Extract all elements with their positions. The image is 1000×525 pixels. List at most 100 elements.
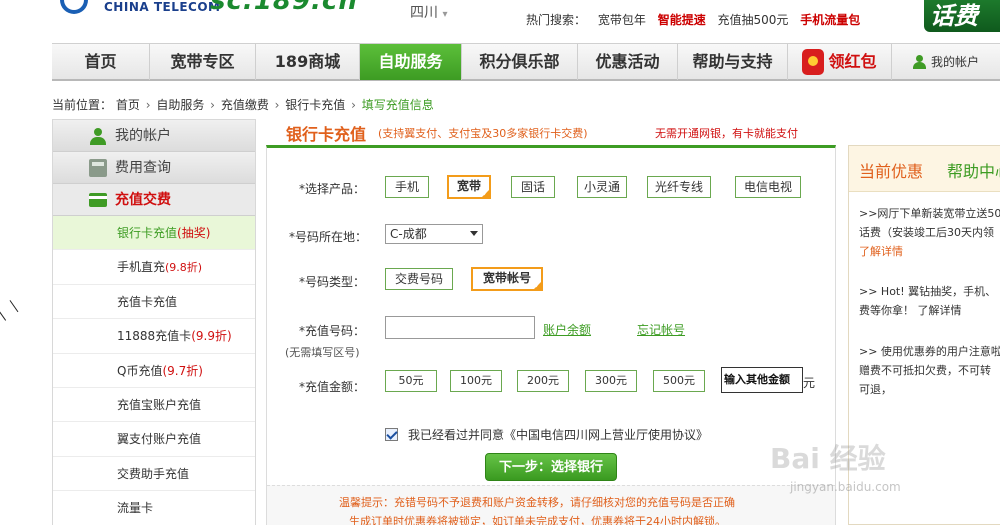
product-option-broadband[interactable]: 宽带 ✓ xyxy=(447,175,491,199)
nav-item-broadband[interactable]: 宽带专区 xyxy=(150,44,256,80)
other-amount-input[interactable]: 输入其他金额 xyxy=(721,367,803,393)
sidebar-header-label: 我的帐户 xyxy=(115,128,171,144)
hot-search-item[interactable]: 宽带包年 xyxy=(598,13,646,27)
product-option-landline[interactable]: 固话 xyxy=(511,176,555,198)
tab-current-offers[interactable]: 当前优惠 xyxy=(859,158,923,182)
chevron-down-icon: ▾ xyxy=(442,9,448,20)
user-icon xyxy=(89,127,107,145)
breadcrumb-item[interactable]: 自助服务 xyxy=(156,98,204,112)
page-title: 银行卡充值 xyxy=(286,125,367,144)
number-hint: (无需填写区号) xyxy=(285,346,360,359)
logo-text[interactable]: CHINA TELECOM xyxy=(104,0,221,14)
red-packet-label: 领红包 xyxy=(828,52,877,71)
site-domain[interactable]: sc.189.cn xyxy=(210,0,358,16)
amount-unit: 元 xyxy=(803,376,816,390)
offer-item: >> 使用优惠券的用户注意啦 赠费不可抵扣欠费，不可转 可退， xyxy=(859,345,1000,396)
sidebar-header-recharge[interactable]: 充值交费 xyxy=(53,184,255,216)
breadcrumb-current: 填写充值信息 xyxy=(361,98,434,112)
account-balance-link[interactable]: 账户余额 xyxy=(543,321,591,338)
recharge-form: *选择产品： 手机 宽带 ✓ 固话 小灵通 光纤专线 电信电视 *号码所在地： C… xyxy=(266,145,836,525)
calculator-icon xyxy=(89,159,107,177)
nav-item-points-club[interactable]: 积分俱乐部 xyxy=(462,44,578,80)
sidebar-item-payment-assistant[interactable]: 交费助手充值 xyxy=(53,456,255,492)
region-selector[interactable]: 四川 ▾ xyxy=(410,2,447,22)
agreement-text[interactable]: 我已经看过并同意《中国电信四川网上营业厅使用协议》 xyxy=(408,426,708,443)
area-select[interactable]: C-成都 xyxy=(385,224,483,244)
sidebar-header-label: 充值交费 xyxy=(115,192,171,208)
hot-search-item[interactable]: 智能提速 xyxy=(658,13,706,27)
chevron-down-icon xyxy=(470,231,478,236)
sidebar-item-bestpay[interactable]: 翼支付账户充值 xyxy=(53,422,255,457)
sidebar-item-q-coin[interactable]: Q币充值(9.7折) xyxy=(53,353,255,388)
nav-item-home[interactable]: 首页 xyxy=(52,44,150,80)
offer-item: >>网厅下单新装宽带立送50 话费（安装竣工后30天内领 了解详情 xyxy=(859,204,1000,261)
amount-label: *充值金额： xyxy=(299,380,366,394)
breadcrumb-item[interactable]: 银行卡充值 xyxy=(285,98,345,112)
baidu-watermark: Bai 经验 xyxy=(770,442,886,475)
sidebar-item-bank-card[interactable]: 银行卡充值(抽奖) xyxy=(53,216,255,251)
amount-option-100[interactable]: 100元 xyxy=(450,370,502,392)
breadcrumb-item[interactable]: 首页 xyxy=(116,98,140,112)
product-option-mobile[interactable]: 手机 xyxy=(385,176,429,198)
sidebar-item-11888-card[interactable]: 11888充值卡(9.9折) xyxy=(53,319,255,354)
next-step-button[interactable]: 下一步：选择银行 xyxy=(485,453,617,481)
amount-option-50[interactable]: 50元 xyxy=(385,370,437,392)
product-option-fiber[interactable]: 光纤专线 xyxy=(647,176,711,198)
mouse-cursor-icon xyxy=(0,301,17,321)
nav-item-red-packet[interactable]: 领红包 xyxy=(788,44,892,80)
number-label: *充值号码： xyxy=(299,324,366,338)
checkmark-icon: ✓ xyxy=(482,189,489,198)
forgot-account-link[interactable]: 忘记帐号 xyxy=(637,321,685,338)
product-option-tv[interactable]: 电信电视 xyxy=(735,176,801,198)
red-packet-icon xyxy=(802,49,825,75)
tab-help-center[interactable]: 帮助中心 xyxy=(947,158,1000,182)
page-notice: 无需开通网银，有卡就能支付 xyxy=(655,127,798,140)
breadcrumb-item[interactable]: 充值缴费 xyxy=(221,98,269,112)
tip-line: 温馨提示：充错号码不予退费和账户资金转移，请仔细核对您的充值号码是否正确 xyxy=(339,496,735,509)
nav-item-help[interactable]: 帮助与支持 xyxy=(678,44,788,80)
main-nav: 首页 宽带专区 189商城 自助服务 积分俱乐部 优惠活动 帮助与支持 领红包 … xyxy=(52,43,1000,81)
checkmark-icon: ✓ xyxy=(534,281,541,290)
hot-search: 热门搜索： 宽带包年 智能提速 充值抽500元 手机流量包 xyxy=(526,11,868,28)
sidebar-item-recharge-card[interactable]: 充值卡充值 xyxy=(53,284,255,320)
tip-box: 温馨提示：充错号码不予退费和账户资金转移，请仔细核对您的充值号码是否正确 生成订… xyxy=(267,485,835,525)
recharge-number-input[interactable] xyxy=(385,316,535,339)
sidebar-header-label: 费用查询 xyxy=(115,160,171,176)
promo-banner[interactable]: 话费充 xyxy=(924,0,1000,32)
china-telecom-logo-icon[interactable] xyxy=(60,0,88,14)
hot-search-item[interactable]: 充值抽500元 xyxy=(718,13,789,27)
agreement-row: 我已经看过并同意《中国电信四川网上营业厅使用协议》 xyxy=(385,426,708,443)
sidebar-header-fee-query[interactable]: 费用查询 xyxy=(53,152,255,184)
offer-item: >> Hot! 翼钻抽奖，手机、 费等你拿！ 了解详情 xyxy=(859,282,1000,320)
amount-option-200[interactable]: 200元 xyxy=(517,370,569,392)
product-option-phs[interactable]: 小灵通 xyxy=(577,176,627,198)
sidebar-item-data-card[interactable]: 流量卡 xyxy=(53,491,255,525)
learn-more-link[interactable]: 费等你拿！ 了解详情 xyxy=(859,301,1000,320)
sidebar-item-mobile-topup[interactable]: 手机直充(9.8折) xyxy=(53,250,255,285)
promo-banner-text: 话费充 xyxy=(930,2,978,30)
amount-option-300[interactable]: 300元 xyxy=(585,370,637,392)
breadcrumb-prefix: 当前位置： xyxy=(52,98,113,112)
sidebar-item-recharge-wallet[interactable]: 充值宝账户充值 xyxy=(53,387,255,423)
breadcrumb: 当前位置： 首页 › 自助服务 › 充值缴费 › 银行卡充值 › 填写充值信息 xyxy=(52,98,434,112)
number-type-label: *号码类型： xyxy=(299,275,366,289)
hot-search-item[interactable]: 手机流量包 xyxy=(800,13,860,27)
area-label: *号码所在地： xyxy=(289,230,368,244)
type-option-broadband-account[interactable]: 宽带帐号 ✓ xyxy=(471,267,543,291)
baidu-watermark-url: jingyan.baidu.com xyxy=(790,480,901,494)
card-icon xyxy=(89,193,107,207)
learn-more-link[interactable]: 了解详情 xyxy=(859,242,1000,261)
my-account-label: 我的帐户 xyxy=(930,55,979,69)
nav-item-self-service[interactable]: 自助服务 xyxy=(360,44,462,80)
region-label: 四川 xyxy=(410,5,438,21)
agreement-checkbox[interactable] xyxy=(385,428,398,441)
sidebar-header-my-account[interactable]: 我的帐户 xyxy=(53,120,255,152)
type-option-payment-number[interactable]: 交费号码 xyxy=(385,268,453,290)
amount-option-500[interactable]: 500元 xyxy=(653,370,705,392)
nav-item-mall[interactable]: 189商城 xyxy=(256,44,360,80)
site-header: CHINA TELECOM sc.189.cn 四川 ▾ 热门搜索： 宽带包年 … xyxy=(0,0,1000,40)
promotions-tabs: 当前优惠 帮助中心 xyxy=(849,146,1000,192)
user-icon xyxy=(912,55,926,69)
nav-item-my-account[interactable]: 我的帐户 xyxy=(892,44,1000,80)
nav-item-promotions[interactable]: 优惠活动 xyxy=(578,44,678,80)
